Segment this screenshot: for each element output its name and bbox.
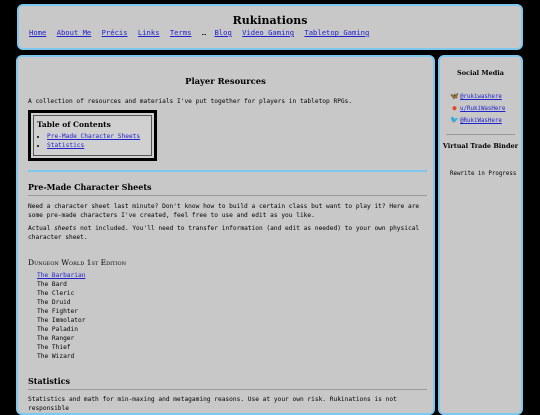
- list-item: The Immolator: [37, 317, 86, 324]
- nav-tabletop-gaming[interactable]: Tabletop Gaming: [304, 28, 369, 37]
- list-item: The Paladin: [37, 326, 78, 333]
- bluesky-icon: 🦋: [450, 92, 459, 100]
- social-links: 🦋@rukiwashere ● u/RukiWasHere 🐦@RukiWasHe…: [450, 91, 505, 127]
- toc-item: Pre-Made Character Sheets: [47, 132, 140, 141]
- reddit-icon: ●: [452, 104, 457, 112]
- toc-link-statistics[interactable]: Statistics: [47, 142, 84, 149]
- character-link-barbarian[interactable]: The Barbarian: [37, 271, 85, 280]
- statistics-paragraph: Statistics and math for min-maxing and m…: [28, 396, 397, 412]
- social-item: 🐦@RukiWasHere: [450, 115, 505, 127]
- nav-blog[interactable]: Blog: [214, 28, 231, 37]
- sidebar-panel: Social Media 🦋@rukiwashere ● u/RukiWasHer…: [438, 55, 523, 415]
- header-panel: Rukinations Home About Me Précis Links T…: [17, 4, 523, 50]
- social-media-title: Social Media: [457, 69, 504, 77]
- social-link-twitter[interactable]: @RukiWasHere: [460, 118, 502, 124]
- list-item: The Fighter: [37, 308, 78, 315]
- trade-binder-title: Virtual Trade Binder: [442, 142, 519, 150]
- nav-about-me[interactable]: About Me: [57, 28, 92, 37]
- intro-text: A collection of resources and materials …: [28, 98, 353, 105]
- page-title: Player Resources: [185, 76, 266, 86]
- social-item: 🦋@rukiwashere: [450, 91, 505, 103]
- nav-precis[interactable]: Précis: [102, 28, 128, 37]
- section-paragraph-note: Actual sheets not included. You'll need …: [28, 224, 428, 242]
- section-heading-statistics: Statistics: [28, 376, 71, 386]
- list-item: The Wizard: [37, 353, 75, 360]
- list-item: The Druid: [37, 299, 71, 306]
- section-heading-character-sheets: Pre-Made Character Sheets: [28, 182, 152, 192]
- site-title: Rukinations: [232, 14, 308, 27]
- nav-home[interactable]: Home: [29, 28, 46, 37]
- toc-link-character-sheets[interactable]: Pre-Made Character Sheets: [47, 133, 140, 140]
- note-text: Actual: [28, 225, 55, 232]
- main-nav: Home About Me Précis Links Terms … Blog …: [29, 28, 375, 37]
- main-content-panel: Player Resources A collection of resourc…: [16, 55, 435, 415]
- section-paragraph: Need a character sheet last minute? Don'…: [28, 203, 420, 219]
- game-system-heading: Dungeon World 1st Edition: [28, 258, 126, 267]
- nav-links[interactable]: Links: [138, 28, 160, 37]
- section-divider: [28, 170, 427, 172]
- list-item: The Cleric: [37, 290, 75, 297]
- twitter-icon: 🐦: [450, 116, 459, 124]
- nav-terms[interactable]: Terms: [170, 28, 192, 37]
- trade-binder-status: Rewrite in Progress: [450, 171, 517, 177]
- social-link-reddit[interactable]: u/RukiWasHere: [460, 106, 505, 112]
- social-link-bluesky[interactable]: @rukiwashere: [460, 94, 502, 100]
- list-item: The Bard: [37, 281, 67, 288]
- heading-underline: [28, 389, 427, 390]
- social-item: ● u/RukiWasHere: [450, 103, 505, 115]
- list-item: The Thief: [37, 344, 71, 351]
- heading-underline: [28, 195, 427, 196]
- toc-list: Pre-Made Character Sheets Statistics: [37, 132, 140, 150]
- list-item: The Ranger: [37, 335, 75, 342]
- note-emphasis: sheets: [54, 225, 77, 232]
- sidebar-divider: [446, 134, 515, 135]
- character-list: The Barbarian The Bard The Cleric The Dr…: [37, 271, 85, 361]
- toc-title: Table of Contents: [37, 120, 111, 129]
- table-of-contents: Table of Contents Pre-Made Character She…: [28, 110, 157, 161]
- nav-separator: …: [201, 28, 207, 37]
- note-text: not included. You'll need to transfer in…: [28, 225, 420, 241]
- toc-item: Statistics: [47, 141, 140, 150]
- nav-video-gaming[interactable]: Video Gaming: [242, 28, 294, 37]
